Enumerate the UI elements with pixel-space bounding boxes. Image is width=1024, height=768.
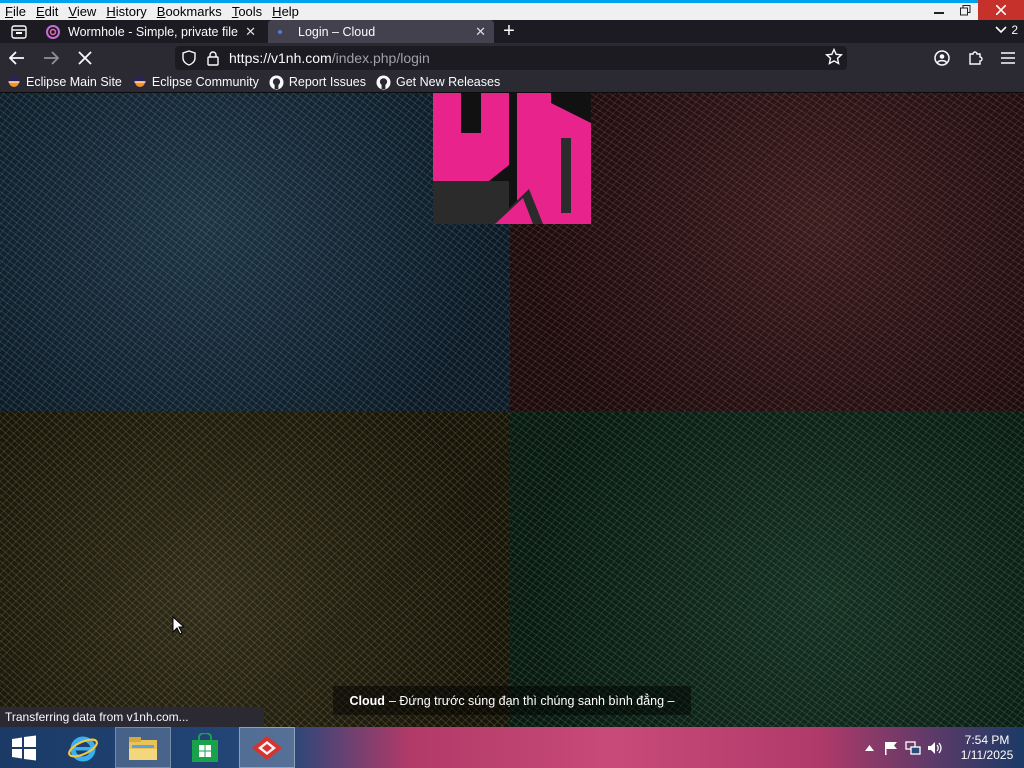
navigation-toolbar: https://v1nh.com/index.php/login bbox=[0, 43, 1024, 72]
stop-loading-button[interactable] bbox=[68, 43, 102, 72]
page-content: Cloud – Đứng trước súng đạn thì chúng sa… bbox=[0, 93, 1024, 727]
back-button[interactable] bbox=[0, 43, 34, 72]
bookmark-report-issues[interactable]: Report Issues bbox=[269, 74, 366, 90]
url-bar[interactable]: https://v1nh.com/index.php/login bbox=[175, 46, 847, 70]
windows-taskbar: 7:54 PM 1/11/2025 bbox=[0, 727, 1024, 768]
menu-help[interactable]: Help bbox=[267, 3, 304, 20]
minimize-icon bbox=[934, 12, 944, 14]
account-icon bbox=[933, 49, 950, 66]
volume-icon[interactable] bbox=[924, 727, 946, 768]
taskbar-active-app[interactable] bbox=[239, 727, 295, 768]
close-tab-icon[interactable]: ✕ bbox=[475, 24, 486, 40]
forward-button[interactable] bbox=[34, 43, 68, 72]
bookmark-star-button[interactable] bbox=[824, 47, 844, 69]
close-icon bbox=[996, 5, 1006, 15]
list-all-tabs-button[interactable]: 2 bbox=[995, 23, 1018, 37]
loading-dot-icon bbox=[276, 25, 290, 39]
network-icon[interactable] bbox=[902, 727, 924, 768]
tab-strip: Wormhole - Simple, private file ✕ Login … bbox=[0, 20, 1024, 43]
taskbar-internet-explorer[interactable] bbox=[55, 727, 111, 768]
bookmark-eclipse-main-site[interactable]: Eclipse Main Site bbox=[6, 74, 122, 90]
menu-file[interactable]: File bbox=[0, 3, 31, 20]
restore-icon bbox=[959, 4, 970, 15]
taskbar-file-explorer[interactable] bbox=[115, 727, 171, 768]
show-hidden-icons-button[interactable] bbox=[858, 727, 880, 768]
taskbar-windows-store[interactable] bbox=[177, 727, 233, 768]
plus-icon: + bbox=[503, 20, 515, 42]
restore-button[interactable] bbox=[952, 0, 978, 20]
eclipse-icon bbox=[132, 74, 148, 90]
chevron-up-icon bbox=[864, 744, 874, 751]
tracking-protection-shield-icon[interactable] bbox=[179, 48, 199, 68]
puzzle-piece-icon bbox=[968, 50, 983, 65]
github-icon bbox=[376, 74, 392, 90]
red-app-icon bbox=[252, 735, 282, 760]
status-panel: Transferring data from v1nh.com... bbox=[0, 707, 264, 727]
internet-explorer-icon bbox=[68, 736, 98, 761]
action-center-flag-icon[interactable] bbox=[880, 727, 902, 768]
eclipse-icon bbox=[6, 74, 22, 90]
arrow-left-icon bbox=[9, 50, 24, 65]
menu-bar: File Edit View History Bookmarks Tools H… bbox=[0, 0, 1024, 20]
arrow-right-icon bbox=[44, 50, 59, 65]
bookmark-eclipse-community[interactable]: Eclipse Community bbox=[132, 74, 259, 90]
menu-history[interactable]: History bbox=[101, 3, 151, 20]
close-tab-icon[interactable]: ✕ bbox=[245, 24, 256, 40]
firefox-view-icon bbox=[11, 24, 27, 39]
minimize-button[interactable] bbox=[926, 0, 952, 20]
lock-icon[interactable] bbox=[203, 48, 223, 68]
tab-wormhole[interactable]: Wormhole - Simple, private file ✕ bbox=[38, 20, 264, 43]
chevron-down-icon bbox=[995, 26, 1007, 34]
folder-icon bbox=[129, 736, 157, 760]
bookmarks-toolbar: Eclipse Main Site Eclipse Community Repo… bbox=[0, 72, 1024, 93]
taskbar-clock[interactable]: 7:54 PM 1/11/2025 bbox=[950, 733, 1024, 763]
url-text: https://v1nh.com/index.php/login bbox=[229, 50, 430, 66]
toolbar-right bbox=[925, 43, 1024, 72]
bookmark-get-new-releases[interactable]: Get New Releases bbox=[376, 74, 500, 90]
store-bag-icon bbox=[192, 732, 218, 762]
stop-icon bbox=[78, 50, 92, 65]
hamburger-menu-icon bbox=[1000, 51, 1015, 64]
new-tab-button[interactable]: + bbox=[494, 20, 524, 43]
page-footer-slogan: Cloud – Đứng trước súng đạn thì chúng sa… bbox=[333, 686, 691, 715]
mouse-pointer-icon bbox=[172, 616, 186, 635]
menu-view[interactable]: View bbox=[63, 3, 101, 20]
windows-logo-icon bbox=[12, 735, 36, 760]
firefox-view-button[interactable] bbox=[0, 20, 38, 43]
site-logo bbox=[433, 93, 591, 224]
menu-edit[interactable]: Edit bbox=[31, 3, 63, 20]
app-menu-button[interactable] bbox=[991, 43, 1024, 72]
close-window-button[interactable] bbox=[978, 0, 1024, 20]
window-controls bbox=[926, 0, 1024, 20]
start-button[interactable] bbox=[0, 727, 48, 768]
extensions-button[interactable] bbox=[958, 43, 991, 72]
menu-bookmarks[interactable]: Bookmarks bbox=[152, 3, 227, 20]
background-tile-green bbox=[510, 411, 1024, 727]
account-button[interactable] bbox=[925, 43, 958, 72]
tab-login-cloud[interactable]: Login – Cloud ✕ bbox=[268, 20, 494, 43]
system-tray: 7:54 PM 1/11/2025 bbox=[858, 727, 1024, 768]
github-icon bbox=[269, 74, 285, 90]
star-icon bbox=[824, 47, 844, 65]
menu-tools[interactable]: Tools bbox=[227, 3, 267, 20]
wormhole-icon bbox=[46, 24, 60, 39]
background-tile-yellow bbox=[0, 411, 510, 727]
